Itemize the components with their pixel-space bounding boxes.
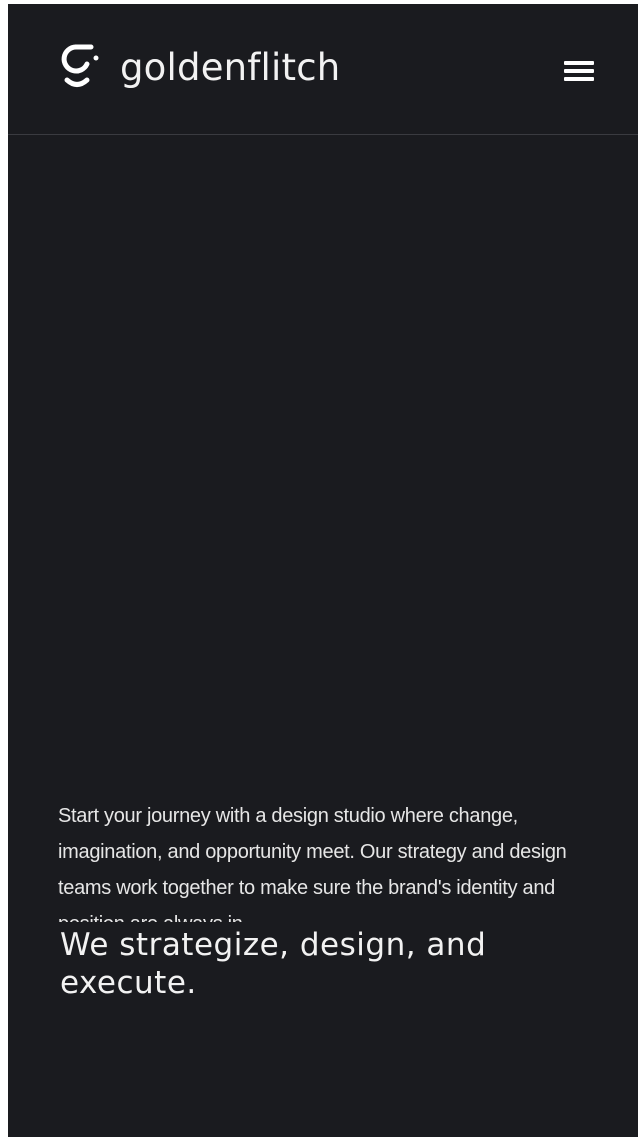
hero-headline: We strategize, design, and execute. bbox=[60, 927, 487, 1001]
brand-name: goldenflitch bbox=[120, 45, 341, 89]
goldenflitch-logo-icon bbox=[61, 44, 99, 87]
hero-intro-text: Start your journey with a design studio … bbox=[58, 805, 567, 922]
site-header: goldenflitch bbox=[8, 4, 638, 135]
hamburger-menu-button[interactable] bbox=[558, 54, 598, 88]
brand-logo[interactable]: goldenflitch bbox=[58, 42, 340, 98]
page-frame: goldenflitch Start your journey with a d… bbox=[8, 4, 638, 1137]
hamburger-menu-icon bbox=[564, 61, 594, 65]
